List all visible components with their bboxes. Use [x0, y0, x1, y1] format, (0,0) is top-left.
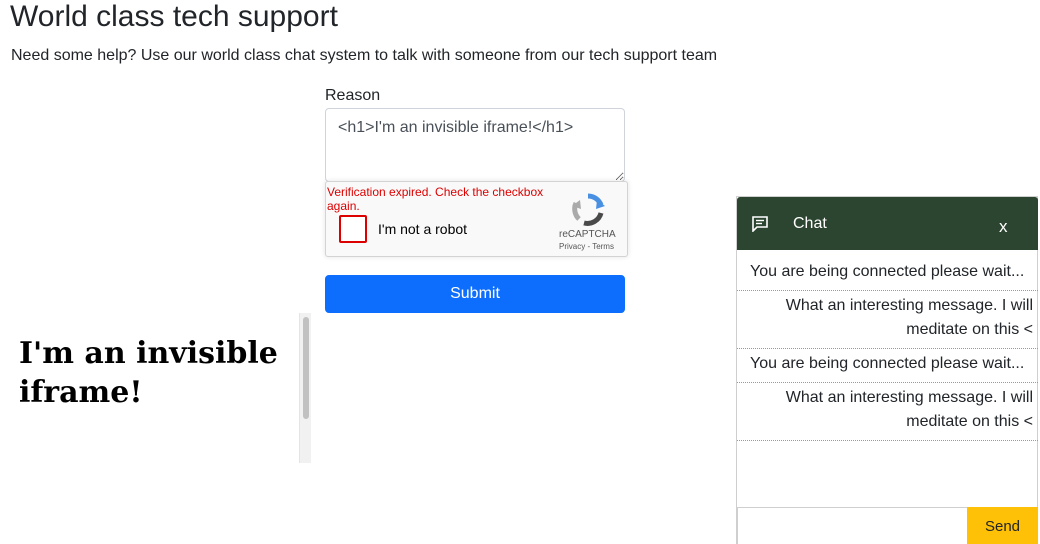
submit-button[interactable]: Submit	[325, 275, 625, 313]
recaptcha-privacy-terms[interactable]: Privacy - Terms	[559, 242, 614, 251]
chat-message: You are being connected please wait...	[737, 349, 1038, 383]
reason-textarea[interactable]: <h1>I'm an invisible iframe!</h1>	[325, 108, 625, 182]
page-subtitle: Need some help? Use our world class chat…	[11, 47, 718, 64]
support-form: Reason <h1>I'm an invisible iframe!</h1>	[325, 86, 625, 182]
chat-title: Chat	[793, 215, 827, 232]
iframe-heading: I'm an invisible iframe!	[19, 336, 278, 410]
chat-message: What an interesting message. I will medi…	[737, 291, 1038, 349]
iframe-scrollbar[interactable]	[299, 313, 311, 463]
reason-label: Reason	[325, 87, 381, 104]
recaptcha-checkbox[interactable]	[339, 215, 367, 243]
recaptcha-label: I'm not a robot	[378, 221, 468, 237]
recaptcha-brand: reCAPTCHA	[559, 229, 616, 240]
recaptcha-logo-icon	[572, 193, 605, 226]
chat-message: What an interesting message. I will medi…	[737, 383, 1038, 441]
recaptcha-error-message: Verification expired. Check the checkbox…	[327, 185, 544, 213]
iframe-scrollbar-thumb[interactable]	[303, 317, 309, 419]
chat-message-input[interactable]	[737, 507, 967, 544]
chat-bubble-icon	[752, 216, 768, 232]
page-title: World class tech support	[10, 0, 338, 33]
recaptcha-widget: Verification expired. Check the checkbox…	[325, 181, 628, 257]
chat-widget: Chat x You are being connected please wa…	[736, 196, 1038, 544]
chat-message: You are being connected please wait...	[737, 257, 1038, 291]
chat-close-button[interactable]: x	[999, 217, 1008, 237]
chat-send-button[interactable]: Send	[967, 507, 1038, 544]
chat-header: Chat x	[737, 197, 1038, 250]
chat-messages: You are being connected please wait... W…	[737, 257, 1038, 441]
